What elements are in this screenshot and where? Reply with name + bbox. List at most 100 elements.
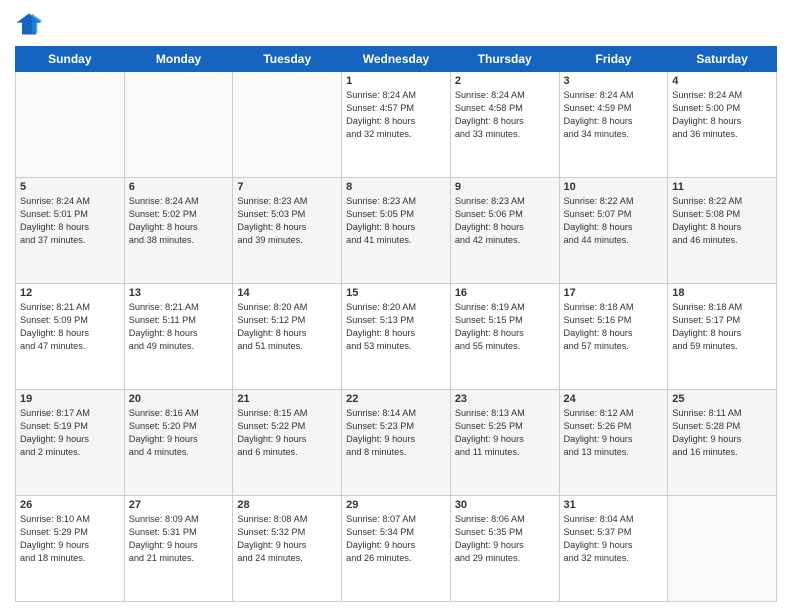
day-info: Sunrise: 8:10 AM Sunset: 5:29 PM Dayligh… <box>20 513 120 565</box>
day-number: 16 <box>455 287 555 299</box>
day-info: Sunrise: 8:24 AM Sunset: 5:00 PM Dayligh… <box>672 89 772 141</box>
page: SundayMondayTuesdayWednesdayThursdayFrid… <box>0 0 792 612</box>
day-number: 4 <box>672 75 772 87</box>
day-number: 24 <box>564 393 664 405</box>
calendar-cell: 24Sunrise: 8:12 AM Sunset: 5:26 PM Dayli… <box>559 390 668 496</box>
calendar-cell: 12 Sunrise: 8:21 AM Sunset: 5:09 PM Dayli… <box>16 284 125 390</box>
calendar-cell: 16 Sunrise: 8:19 AM Sunset: 5:15 PM Dayli… <box>450 284 559 390</box>
day-info: Sunrise: 8:19 AM Sunset: 5:15 PM Dayligh… <box>455 301 555 353</box>
col-header-tuesday: Tuesday <box>233 47 342 72</box>
calendar-cell: 20 Sunrise: 8:16 AM Sunset: 5:20 PM Dayli… <box>124 390 233 496</box>
col-header-friday: Friday <box>559 47 668 72</box>
calendar-cell: 10Sunrise: 8:22 AM Sunset: 5:07 PM Dayli… <box>559 178 668 284</box>
logo-icon <box>15 10 43 38</box>
day-number: 18 <box>672 287 772 299</box>
calendar-cell <box>124 72 233 178</box>
day-info: Sunrise: 8:14 AM Sunset: 5:23 PM Dayligh… <box>346 407 446 459</box>
day-info: Sunrise: 8:24 AM Sunset: 5:02 PM Dayligh… <box>129 195 229 247</box>
calendar-table: SundayMondayTuesdayWednesdayThursdayFrid… <box>15 46 777 602</box>
calendar-cell: 14 Sunrise: 8:20 AM Sunset: 5:12 PM Dayli… <box>233 284 342 390</box>
calendar-week-row: 5 Sunrise: 8:24 AM Sunset: 5:01 PM Daylig… <box>16 178 777 284</box>
calendar-cell: 26 Sunrise: 8:10 AM Sunset: 5:29 PM Dayli… <box>16 496 125 602</box>
day-number: 25 <box>672 393 772 405</box>
day-info: Sunrise: 8:23 AM Sunset: 5:05 PM Dayligh… <box>346 195 446 247</box>
calendar-cell <box>233 72 342 178</box>
calendar-cell: 11 Sunrise: 8:22 AM Sunset: 5:08 PM Dayli… <box>668 178 777 284</box>
calendar-week-row: 19 Sunrise: 8:17 AM Sunset: 5:19 PM Dayli… <box>16 390 777 496</box>
day-info: Sunrise: 8:23 AM Sunset: 5:06 PM Dayligh… <box>455 195 555 247</box>
calendar-cell: 15 Sunrise: 8:20 AM Sunset: 5:13 PM Dayli… <box>342 284 451 390</box>
day-number: 21 <box>237 393 337 405</box>
day-info: Sunrise: 8:08 AM Sunset: 5:32 PM Dayligh… <box>237 513 337 565</box>
day-number: 12 <box>20 287 120 299</box>
calendar-cell: 17 Sunrise: 8:18 AM Sunset: 5:16 PM Dayli… <box>559 284 668 390</box>
day-number: 30 <box>455 499 555 511</box>
day-info: Sunrise: 8:23 AM Sunset: 5:03 PM Dayligh… <box>237 195 337 247</box>
day-number: 9 <box>455 181 555 193</box>
calendar-cell: 6 Sunrise: 8:24 AM Sunset: 5:02 PM Daylig… <box>124 178 233 284</box>
day-info: Sunrise: 8:24 AM Sunset: 4:57 PM Dayligh… <box>346 89 446 141</box>
day-number: 13 <box>129 287 229 299</box>
calendar-cell: 9 Sunrise: 8:23 AM Sunset: 5:06 PM Daylig… <box>450 178 559 284</box>
calendar-cell: 13 Sunrise: 8:21 AM Sunset: 5:11 PM Dayli… <box>124 284 233 390</box>
day-info: Sunrise: 8:18 AM Sunset: 5:16 PM Dayligh… <box>564 301 664 353</box>
day-info: Sunrise: 8:20 AM Sunset: 5:12 PM Dayligh… <box>237 301 337 353</box>
calendar-cell: 29 Sunrise: 8:07 AM Sunset: 5:34 PM Dayli… <box>342 496 451 602</box>
col-header-wednesday: Wednesday <box>342 47 451 72</box>
calendar-cell: 21 Sunrise: 8:15 AM Sunset: 5:22 PM Dayli… <box>233 390 342 496</box>
col-header-saturday: Saturday <box>668 47 777 72</box>
day-info: Sunrise: 8:24 AM Sunset: 5:01 PM Dayligh… <box>20 195 120 247</box>
day-number: 2 <box>455 75 555 87</box>
calendar-week-row: 26 Sunrise: 8:10 AM Sunset: 5:29 PM Dayli… <box>16 496 777 602</box>
day-info: Sunrise: 8:09 AM Sunset: 5:31 PM Dayligh… <box>129 513 229 565</box>
calendar-cell <box>16 72 125 178</box>
day-info: Sunrise: 8:21 AM Sunset: 5:11 PM Dayligh… <box>129 301 229 353</box>
calendar-cell: 19 Sunrise: 8:17 AM Sunset: 5:19 PM Dayli… <box>16 390 125 496</box>
day-number: 1 <box>346 75 446 87</box>
day-info: Sunrise: 8:15 AM Sunset: 5:22 PM Dayligh… <box>237 407 337 459</box>
day-number: 14 <box>237 287 337 299</box>
calendar-cell: 28Sunrise: 8:08 AM Sunset: 5:32 PM Dayli… <box>233 496 342 602</box>
day-number: 11 <box>672 181 772 193</box>
day-number: 29 <box>346 499 446 511</box>
day-info: Sunrise: 8:11 AM Sunset: 5:28 PM Dayligh… <box>672 407 772 459</box>
day-info: Sunrise: 8:22 AM Sunset: 5:08 PM Dayligh… <box>672 195 772 247</box>
calendar-cell: 23Sunrise: 8:13 AM Sunset: 5:25 PM Dayli… <box>450 390 559 496</box>
calendar-cell: 25 Sunrise: 8:11 AM Sunset: 5:28 PM Dayli… <box>668 390 777 496</box>
day-number: 20 <box>129 393 229 405</box>
day-number: 27 <box>129 499 229 511</box>
day-info: Sunrise: 8:07 AM Sunset: 5:34 PM Dayligh… <box>346 513 446 565</box>
header <box>15 10 777 38</box>
day-number: 8 <box>346 181 446 193</box>
calendar-week-row: 12 Sunrise: 8:21 AM Sunset: 5:09 PM Dayli… <box>16 284 777 390</box>
day-info: Sunrise: 8:21 AM Sunset: 5:09 PM Dayligh… <box>20 301 120 353</box>
calendar-cell: 31Sunrise: 8:04 AM Sunset: 5:37 PM Dayli… <box>559 496 668 602</box>
day-info: Sunrise: 8:18 AM Sunset: 5:17 PM Dayligh… <box>672 301 772 353</box>
col-header-thursday: Thursday <box>450 47 559 72</box>
day-number: 22 <box>346 393 446 405</box>
col-header-monday: Monday <box>124 47 233 72</box>
day-number: 15 <box>346 287 446 299</box>
day-number: 23 <box>455 393 555 405</box>
calendar-cell: 22 Sunrise: 8:14 AM Sunset: 5:23 PM Dayli… <box>342 390 451 496</box>
calendar-cell <box>668 496 777 602</box>
calendar-cell: 27 Sunrise: 8:09 AM Sunset: 5:31 PM Dayli… <box>124 496 233 602</box>
calendar-cell: 18 Sunrise: 8:18 AM Sunset: 5:17 PM Dayli… <box>668 284 777 390</box>
calendar-cell: 4 Sunrise: 8:24 AM Sunset: 5:00 PM Daylig… <box>668 72 777 178</box>
day-info: Sunrise: 8:06 AM Sunset: 5:35 PM Dayligh… <box>455 513 555 565</box>
day-number: 19 <box>20 393 120 405</box>
day-number: 5 <box>20 181 120 193</box>
day-info: Sunrise: 8:17 AM Sunset: 5:19 PM Dayligh… <box>20 407 120 459</box>
day-number: 26 <box>20 499 120 511</box>
day-info: Sunrise: 8:16 AM Sunset: 5:20 PM Dayligh… <box>129 407 229 459</box>
calendar-cell: 5 Sunrise: 8:24 AM Sunset: 5:01 PM Daylig… <box>16 178 125 284</box>
day-info: Sunrise: 8:24 AM Sunset: 4:58 PM Dayligh… <box>455 89 555 141</box>
day-number: 17 <box>564 287 664 299</box>
day-number: 6 <box>129 181 229 193</box>
day-info: Sunrise: 8:20 AM Sunset: 5:13 PM Dayligh… <box>346 301 446 353</box>
calendar-cell: 2 Sunrise: 8:24 AM Sunset: 4:58 PM Daylig… <box>450 72 559 178</box>
col-header-sunday: Sunday <box>16 47 125 72</box>
day-number: 31 <box>564 499 664 511</box>
day-info: Sunrise: 8:24 AM Sunset: 4:59 PM Dayligh… <box>564 89 664 141</box>
logo <box>15 10 47 38</box>
